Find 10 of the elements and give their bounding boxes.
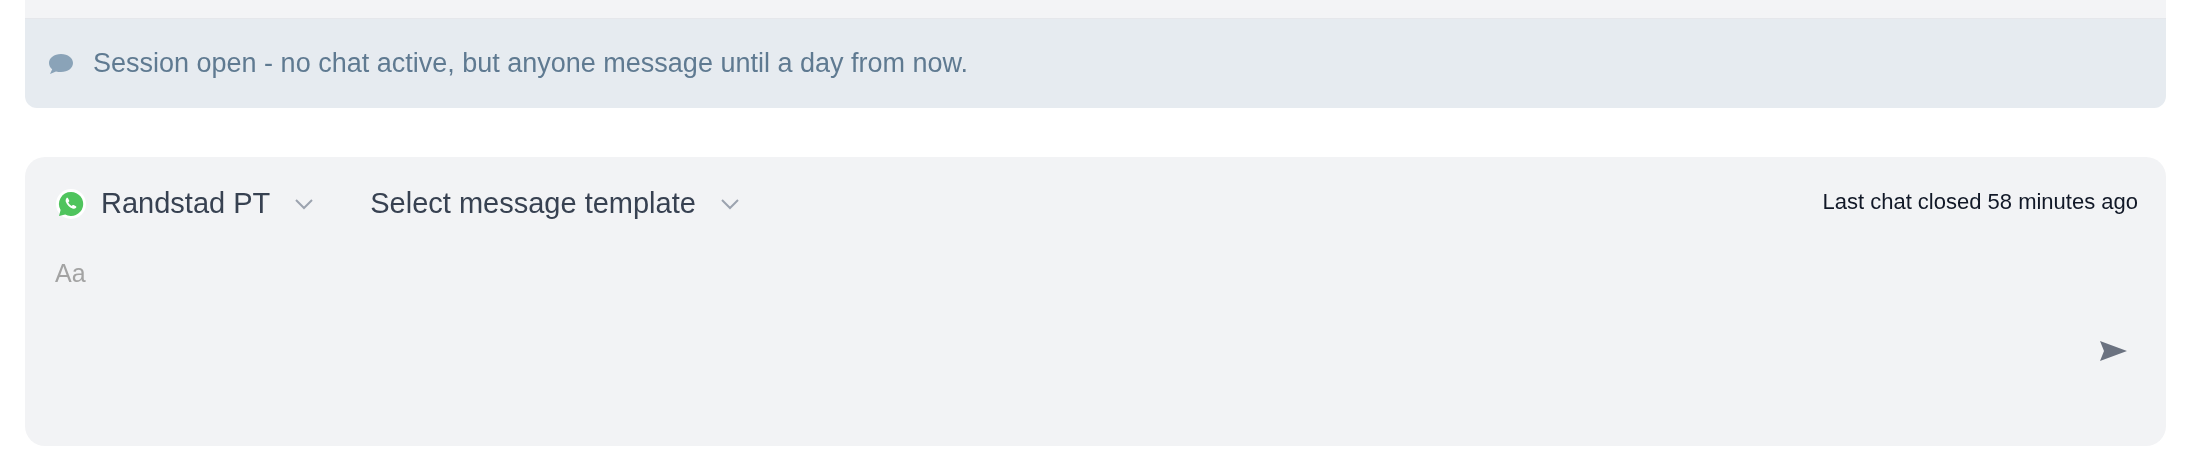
session-status-text: Session open - no chat active, but anyone message until a day from now.: [93, 48, 969, 79]
chevron-down-icon: [719, 197, 740, 210]
last-chat-text: Last chat closed 58 minutes ago: [1822, 188, 2138, 215]
channel-dropdown[interactable]: Randstad PT: [55, 187, 315, 220]
chevron-down-icon: [294, 197, 315, 210]
phone-bubble-icon: [55, 187, 87, 220]
template-dropdown[interactable]: Select message template: [370, 187, 740, 220]
chat-bubble-icon: [47, 51, 75, 76]
send-button[interactable]: [2098, 339, 2128, 363]
message-input[interactable]: Aa: [55, 259, 2138, 319]
